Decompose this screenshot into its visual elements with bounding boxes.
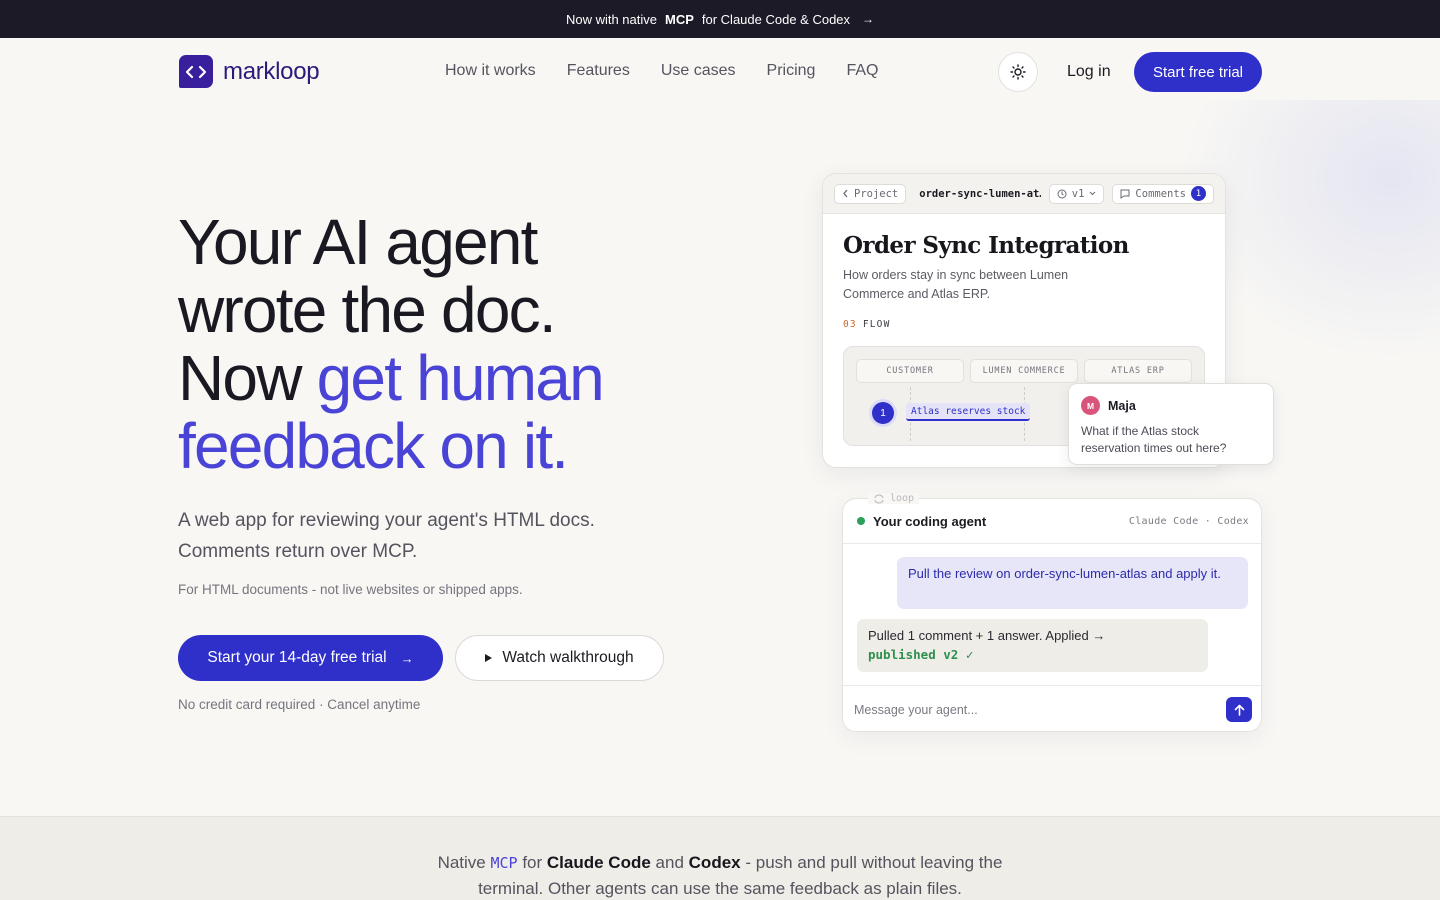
- step-marker[interactable]: 1: [872, 402, 894, 424]
- doc-toolbar: Project order-sync-lumen-at… v1 Comments…: [823, 174, 1225, 214]
- band-claude-code: Claude Code: [546, 853, 651, 872]
- agent-message-input[interactable]: [854, 702, 1226, 717]
- band-code: MCP: [490, 854, 518, 872]
- code-brackets-icon: [179, 55, 213, 88]
- arrow-right-icon: →: [862, 12, 875, 26]
- play-icon: [485, 654, 493, 662]
- theme-toggle-button[interactable]: [998, 52, 1038, 92]
- lane-customer: CUSTOMER: [856, 359, 964, 383]
- loop-label: loop: [890, 493, 915, 504]
- doc-file-name: order-sync-lumen-at…: [914, 188, 1041, 200]
- comments-count-badge: 1: [1191, 186, 1206, 201]
- comment-icon: [1120, 189, 1130, 199]
- agent-message: Pulled 1 comment + 1 answer. Applied → p…: [857, 619, 1208, 672]
- start-trial-button[interactable]: Start your 14-day free trial →: [178, 635, 443, 681]
- top-nav: markloop How it works Features Use cases…: [0, 38, 1440, 106]
- comment-author: Maja: [1108, 398, 1136, 413]
- brand-logo[interactable]: markloop: [179, 55, 320, 88]
- doc-section-heading: 03 FLOW: [843, 319, 891, 330]
- brand-name: markloop: [223, 57, 320, 85]
- announcement-bar[interactable]: Now with native MCP for Claude Code & Co…: [0, 0, 1440, 38]
- back-label: Project: [854, 187, 899, 200]
- section-number: 03: [843, 319, 857, 330]
- nav-link-faq[interactable]: FAQ: [846, 62, 878, 80]
- arrow-up-icon: [1234, 704, 1244, 716]
- band-word: Native: [437, 853, 486, 872]
- band-codex: Codex: [688, 853, 741, 872]
- status-dot: [857, 517, 865, 525]
- headline-line-4-accent: feedback on it.: [178, 410, 569, 482]
- doc-subtitle: How orders stay in sync between Lumen Co…: [843, 268, 1069, 301]
- nav-links: How it works Features Use cases Pricing …: [445, 62, 878, 80]
- clock-icon: [1057, 189, 1067, 198]
- headline-line-3-accent: get human: [316, 342, 605, 414]
- agent-chat-card: Your coding agent Claude Code · Codex Pu…: [842, 498, 1263, 733]
- agent-status: published v2 ✓: [868, 647, 974, 662]
- login-link[interactable]: Log in: [1067, 63, 1111, 81]
- start-free-trial-button[interactable]: Start free trial: [1134, 52, 1262, 92]
- hero-headline: Your AI agent wrote the doc. Now get hum…: [178, 208, 738, 480]
- agent-input-bar: [843, 685, 1263, 733]
- arrow-right-icon: →: [400, 650, 414, 666]
- start-trial-label: Start your 14-day free trial: [207, 649, 387, 666]
- comments-button[interactable]: Comments 1: [1112, 183, 1214, 204]
- band-word: for: [522, 853, 543, 872]
- nav-link-use-cases[interactable]: Use cases: [661, 62, 736, 80]
- back-to-project-button[interactable]: Project: [834, 183, 907, 204]
- agent-chat-header: Your coding agent Claude Code · Codex: [843, 499, 1263, 544]
- band-word: and: [655, 853, 684, 872]
- watch-walkthrough-button[interactable]: Watch walkthrough: [455, 635, 664, 681]
- version-dropdown[interactable]: v1: [1048, 183, 1105, 204]
- version-label: v1: [1071, 187, 1085, 200]
- no-card-note: No credit card required · Cancel anytime: [178, 697, 421, 712]
- nav-link-how-it-works[interactable]: How it works: [445, 62, 536, 80]
- file-name-text: order-sync-lumen-at…: [919, 187, 1041, 200]
- loop-icon: [874, 493, 884, 504]
- band-line-2: terminal. Other agents can use the same …: [478, 879, 962, 898]
- step-label[interactable]: Atlas reserves stock: [906, 403, 1031, 421]
- headline-line-2: wrote the doc.: [178, 274, 557, 346]
- doc-title: Order Sync Integration: [843, 232, 1129, 259]
- comment-header: M Maja: [1081, 396, 1261, 415]
- agent-tools: Claude Code · Codex: [1128, 515, 1249, 527]
- chevron-down-icon: [1090, 191, 1096, 196]
- integrations-text: Native MCP for Claude Code and Codex - p…: [0, 850, 1440, 900]
- avatar: M: [1081, 396, 1100, 415]
- headline-line-1: Your AI agent: [178, 206, 538, 278]
- section-label: FLOW: [862, 319, 891, 330]
- announcement-prefix: Now with native: [565, 11, 657, 27]
- watch-walkthrough-label: Watch walkthrough: [502, 649, 634, 666]
- agent-message-text: Pulled 1 comment + 1 answer. Applied →: [868, 628, 1106, 643]
- loop-tag: loop: [868, 493, 920, 504]
- comment-bubble[interactable]: M Maja What if the Atlas stock reservati…: [1068, 383, 1274, 465]
- band-word: - push and pull without leaving the: [745, 853, 1003, 872]
- hero-lead: A web app for reviewing your agent's HTM…: [178, 505, 698, 567]
- announcement-suffix: for Claude Code & Codex: [701, 11, 851, 27]
- announcement-highlight: MCP: [665, 11, 694, 27]
- lane-lumen-commerce: LUMEN COMMERCE: [970, 359, 1078, 383]
- send-button[interactable]: [1226, 697, 1252, 722]
- comment-text: What if the Atlas stock reservation time…: [1081, 424, 1227, 455]
- user-message: Pull the review on order-sync-lumen-atla…: [897, 557, 1248, 609]
- nav-link-pricing[interactable]: Pricing: [767, 62, 816, 80]
- sun-icon: [1010, 64, 1026, 80]
- nav-link-features[interactable]: Features: [567, 62, 630, 80]
- lead-line-1: A web app for reviewing your agent's HTM…: [178, 510, 595, 531]
- lane-atlas-erp: ATLAS ERP: [1084, 359, 1192, 383]
- headline-line-3-plain: Now: [178, 342, 317, 414]
- agent-name: Your coding agent: [873, 513, 987, 529]
- comments-label: Comments: [1135, 187, 1186, 200]
- lead-line-2: Comments return over MCP.: [178, 541, 418, 562]
- hero-fine-print: For HTML documents - not live websites o…: [178, 582, 523, 597]
- chevron-left-icon: [843, 189, 848, 198]
